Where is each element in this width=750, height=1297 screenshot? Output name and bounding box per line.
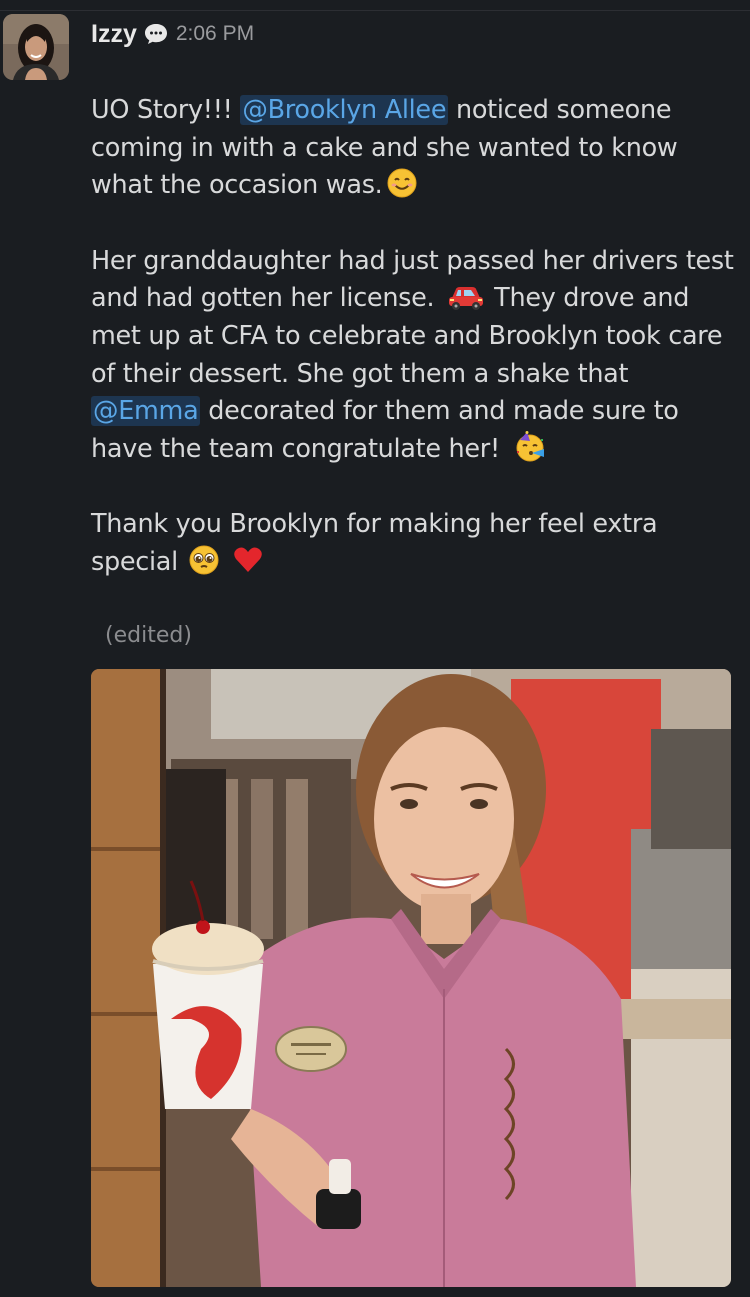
- edited-indicator: (edited): [105, 623, 192, 648]
- author-avatar[interactable]: [3, 14, 69, 80]
- text-segment: Thank you Brooklyn for making her feel e…: [91, 509, 658, 577]
- partying-face-emoji: [514, 430, 546, 463]
- chat-bubble-icon: [144, 23, 168, 45]
- mention-emma[interactable]: @Emma: [91, 396, 201, 427]
- mention-brooklyn[interactable]: @Brooklyn Allee: [240, 95, 449, 125]
- message-header: Izzy 2:06 PM: [91, 14, 254, 54]
- message-photo-attachment[interactable]: [91, 669, 731, 1287]
- smiling-face-emoji: [386, 167, 418, 199]
- red-car-emoji: [446, 280, 486, 312]
- red-heart-emoji: [232, 544, 264, 576]
- message-body: UO Story!!! @Brooklyn Allee noticed some…: [91, 92, 741, 582]
- message-paragraph-3: Thank you Brooklyn for making her feel e…: [91, 506, 741, 581]
- message-paragraph-1: UO Story!!! @Brooklyn Allee noticed some…: [91, 92, 741, 205]
- author-name[interactable]: Izzy: [91, 20, 137, 49]
- message-timestamp[interactable]: 2:06 PM: [176, 22, 254, 46]
- top-divider: [0, 10, 750, 11]
- pleading-face-emoji: [188, 544, 220, 576]
- message-paragraph-2: Her granddaughter had just passed her dr…: [91, 243, 741, 469]
- text-segment: UO Story!!!: [91, 95, 241, 125]
